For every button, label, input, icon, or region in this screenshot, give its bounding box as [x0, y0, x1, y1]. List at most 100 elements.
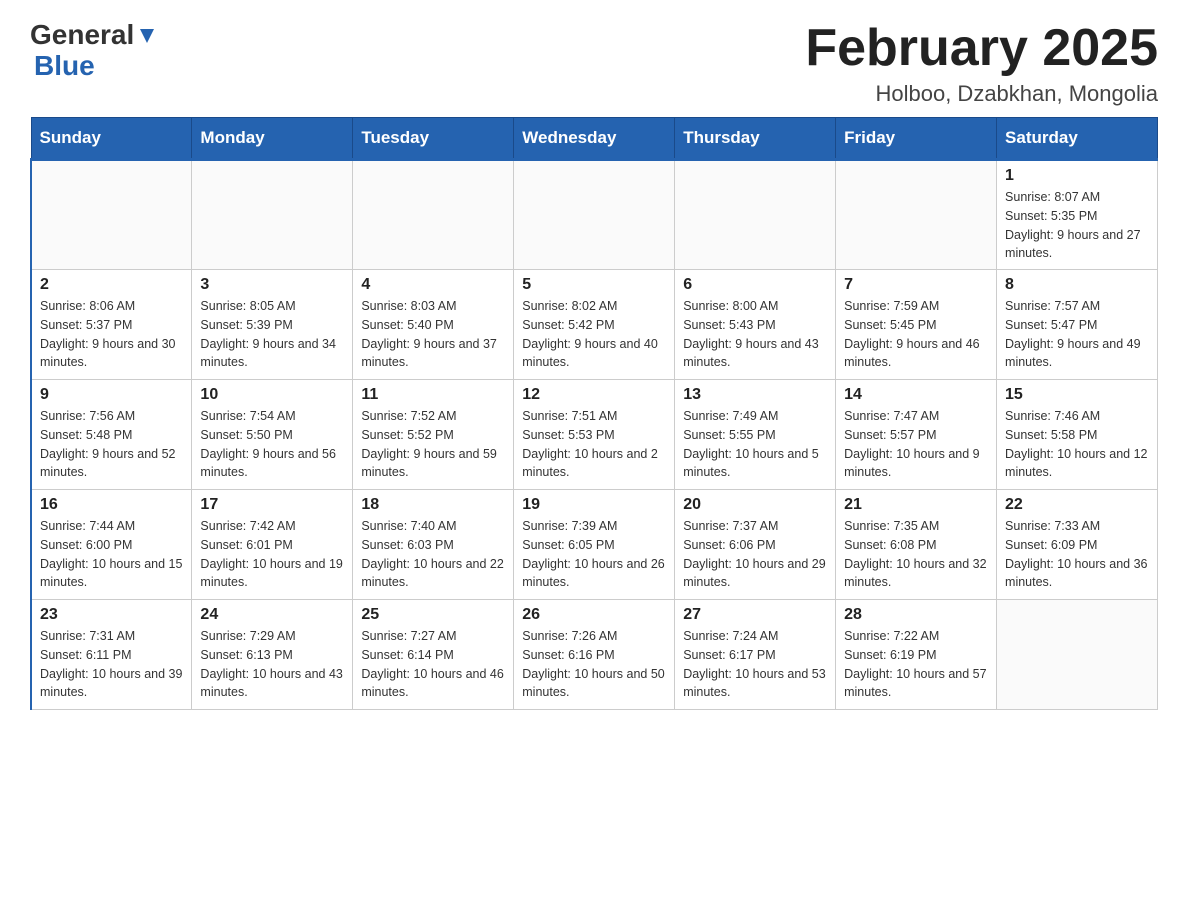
calendar-cell: 19 Sunrise: 7:39 AM Sunset: 6:05 PM Dayli… — [514, 490, 675, 600]
day-number: 28 — [844, 606, 988, 624]
day-info: Sunrise: 7:24 AM Sunset: 6:17 PM Dayligh… — [683, 627, 827, 702]
day-of-week-header: Tuesday — [353, 118, 514, 160]
day-number: 5 — [522, 276, 666, 294]
day-number: 3 — [200, 276, 344, 294]
calendar-cell: 12 Sunrise: 7:51 AM Sunset: 5:53 PM Dayli… — [514, 380, 675, 490]
calendar-table: SundayMondayTuesdayWednesdayThursdayFrid… — [30, 117, 1158, 710]
day-info: Sunrise: 7:39 AM Sunset: 6:05 PM Dayligh… — [522, 517, 666, 592]
day-info: Sunrise: 7:59 AM Sunset: 5:45 PM Dayligh… — [844, 297, 988, 372]
calendar-cell: 5 Sunrise: 8:02 AM Sunset: 5:42 PM Daylig… — [514, 270, 675, 380]
calendar-cell: 7 Sunrise: 7:59 AM Sunset: 5:45 PM Daylig… — [836, 270, 997, 380]
calendar-cell: 14Sunrise: 7:47 AM Sunset: 5:57 PM Dayli… — [836, 380, 997, 490]
calendar-cell — [353, 160, 514, 270]
day-of-week-header: Wednesday — [514, 118, 675, 160]
day-of-week-header: Friday — [836, 118, 997, 160]
calendar-cell: 20 Sunrise: 7:37 AM Sunset: 6:06 PM Dayli… — [675, 490, 836, 600]
day-number: 7 — [844, 276, 988, 294]
day-number: 13 — [683, 386, 827, 404]
day-info: Sunrise: 7:51 AM Sunset: 5:53 PM Dayligh… — [522, 407, 666, 482]
month-title: February 2025 — [805, 20, 1158, 77]
header-right: February 2025 Holboo, Dzabkhan, Mongolia — [805, 20, 1158, 107]
location-text: Holboo, Dzabkhan, Mongolia — [805, 81, 1158, 107]
calendar-cell: 17 Sunrise: 7:42 AM Sunset: 6:01 PM Dayli… — [192, 490, 353, 600]
day-number: 8 — [1005, 276, 1149, 294]
calendar-cell: 23 Sunrise: 7:31 AM Sunset: 6:11 PM Dayli… — [31, 600, 192, 710]
day-info: Sunrise: 7:46 AM Sunset: 5:58 PM Dayligh… — [1005, 407, 1149, 482]
day-info: Sunrise: 7:42 AM Sunset: 6:01 PM Dayligh… — [200, 517, 344, 592]
calendar-cell: 16Sunrise: 7:44 AM Sunset: 6:00 PM Dayli… — [31, 490, 192, 600]
calendar-week-row: 16Sunrise: 7:44 AM Sunset: 6:00 PM Dayli… — [31, 490, 1158, 600]
calendar-cell: 26 Sunrise: 7:26 AM Sunset: 6:16 PM Dayli… — [514, 600, 675, 710]
day-info: Sunrise: 7:52 AM Sunset: 5:52 PM Dayligh… — [361, 407, 505, 482]
day-number: 27 — [683, 606, 827, 624]
calendar-cell — [836, 160, 997, 270]
day-number: 23 — [40, 606, 183, 624]
day-info: Sunrise: 8:00 AM Sunset: 5:43 PM Dayligh… — [683, 297, 827, 372]
day-number: 1 — [1005, 167, 1149, 185]
calendar-cell: 25 Sunrise: 7:27 AM Sunset: 6:14 PM Dayli… — [353, 600, 514, 710]
day-number: 25 — [361, 606, 505, 624]
day-info: Sunrise: 7:49 AM Sunset: 5:55 PM Dayligh… — [683, 407, 827, 482]
day-info: Sunrise: 8:02 AM Sunset: 5:42 PM Dayligh… — [522, 297, 666, 372]
day-of-week-header: Thursday — [675, 118, 836, 160]
day-info: Sunrise: 8:07 AM Sunset: 5:35 PM Dayligh… — [1005, 188, 1149, 263]
calendar-cell — [997, 600, 1158, 710]
calendar-cell: 13 Sunrise: 7:49 AM Sunset: 5:55 PM Dayli… — [675, 380, 836, 490]
calendar-cell — [31, 160, 192, 270]
page-header: General Blue February 2025 Holboo, Dzabk… — [30, 20, 1158, 107]
calendar-week-row: 2 Sunrise: 8:06 AM Sunset: 5:37 PM Daylig… — [31, 270, 1158, 380]
day-info: Sunrise: 7:56 AM Sunset: 5:48 PM Dayligh… — [40, 407, 183, 482]
day-info: Sunrise: 7:29 AM Sunset: 6:13 PM Dayligh… — [200, 627, 344, 702]
logo-blue-text: Blue — [34, 51, 158, 82]
calendar-cell — [675, 160, 836, 270]
calendar-cell — [192, 160, 353, 270]
calendar-cell: 21Sunrise: 7:35 AM Sunset: 6:08 PM Dayli… — [836, 490, 997, 600]
day-number: 20 — [683, 496, 827, 514]
calendar-week-row: 23 Sunrise: 7:31 AM Sunset: 6:11 PM Dayli… — [31, 600, 1158, 710]
day-info: Sunrise: 7:31 AM Sunset: 6:11 PM Dayligh… — [40, 627, 183, 702]
day-number: 19 — [522, 496, 666, 514]
calendar-cell: 15Sunrise: 7:46 AM Sunset: 5:58 PM Dayli… — [997, 380, 1158, 490]
calendar-cell: 3 Sunrise: 8:05 AM Sunset: 5:39 PM Daylig… — [192, 270, 353, 380]
logo: General Blue — [30, 20, 158, 82]
day-info: Sunrise: 7:40 AM Sunset: 6:03 PM Dayligh… — [361, 517, 505, 592]
day-number: 17 — [200, 496, 344, 514]
calendar-cell: 10Sunrise: 7:54 AM Sunset: 5:50 PM Dayli… — [192, 380, 353, 490]
calendar-body: 1 Sunrise: 8:07 AM Sunset: 5:35 PM Daylig… — [31, 160, 1158, 710]
day-info: Sunrise: 7:33 AM Sunset: 6:09 PM Dayligh… — [1005, 517, 1149, 592]
logo-general-text: General — [30, 20, 134, 51]
calendar-cell: 27 Sunrise: 7:24 AM Sunset: 6:17 PM Dayli… — [675, 600, 836, 710]
day-number: 18 — [361, 496, 505, 514]
day-number: 24 — [200, 606, 344, 624]
calendar-cell: 2 Sunrise: 8:06 AM Sunset: 5:37 PM Daylig… — [31, 270, 192, 380]
calendar-week-row: 9 Sunrise: 7:56 AM Sunset: 5:48 PM Daylig… — [31, 380, 1158, 490]
calendar-week-row: 1 Sunrise: 8:07 AM Sunset: 5:35 PM Daylig… — [31, 160, 1158, 270]
day-number: 11 — [361, 386, 505, 404]
day-info: Sunrise: 7:57 AM Sunset: 5:47 PM Dayligh… — [1005, 297, 1149, 372]
header-row: SundayMondayTuesdayWednesdayThursdayFrid… — [31, 118, 1158, 160]
calendar-cell: 22Sunrise: 7:33 AM Sunset: 6:09 PM Dayli… — [997, 490, 1158, 600]
day-number: 12 — [522, 386, 666, 404]
day-info: Sunrise: 7:47 AM Sunset: 5:57 PM Dayligh… — [844, 407, 988, 482]
calendar-cell: 6 Sunrise: 8:00 AM Sunset: 5:43 PM Daylig… — [675, 270, 836, 380]
day-number: 6 — [683, 276, 827, 294]
day-info: Sunrise: 7:27 AM Sunset: 6:14 PM Dayligh… — [361, 627, 505, 702]
day-of-week-header: Sunday — [31, 118, 192, 160]
day-of-week-header: Monday — [192, 118, 353, 160]
calendar-header: SundayMondayTuesdayWednesdayThursdayFrid… — [31, 118, 1158, 160]
day-number: 26 — [522, 606, 666, 624]
day-number: 9 — [40, 386, 183, 404]
logo-triangle-icon — [136, 25, 158, 47]
day-of-week-header: Saturday — [997, 118, 1158, 160]
day-number: 4 — [361, 276, 505, 294]
day-info: Sunrise: 7:26 AM Sunset: 6:16 PM Dayligh… — [522, 627, 666, 702]
calendar-cell: 11 Sunrise: 7:52 AM Sunset: 5:52 PM Dayli… — [353, 380, 514, 490]
day-number: 2 — [40, 276, 183, 294]
calendar-cell: 1 Sunrise: 8:07 AM Sunset: 5:35 PM Daylig… — [997, 160, 1158, 270]
day-info: Sunrise: 8:03 AM Sunset: 5:40 PM Dayligh… — [361, 297, 505, 372]
day-info: Sunrise: 7:37 AM Sunset: 6:06 PM Dayligh… — [683, 517, 827, 592]
day-info: Sunrise: 7:44 AM Sunset: 6:00 PM Dayligh… — [40, 517, 183, 592]
day-info: Sunrise: 8:06 AM Sunset: 5:37 PM Dayligh… — [40, 297, 183, 372]
calendar-cell: 24 Sunrise: 7:29 AM Sunset: 6:13 PM Dayli… — [192, 600, 353, 710]
day-info: Sunrise: 8:05 AM Sunset: 5:39 PM Dayligh… — [200, 297, 344, 372]
